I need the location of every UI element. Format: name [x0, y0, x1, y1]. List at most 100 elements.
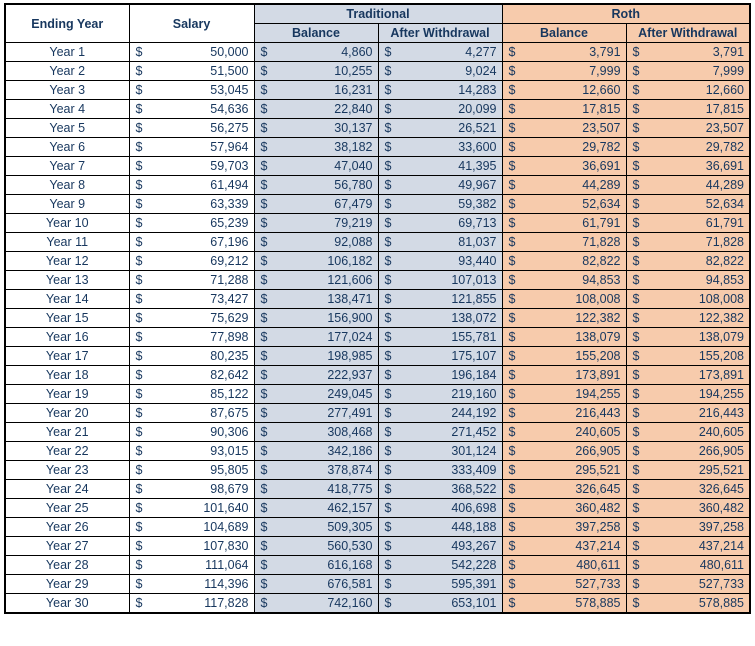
cell-traditional-balance-value: 16,231 — [334, 83, 373, 97]
currency-symbol: $ — [508, 501, 516, 515]
column-header-salary: Salary — [128, 3, 255, 43]
cell-salary: $67,196 — [128, 232, 255, 252]
currency-symbol: $ — [508, 254, 516, 268]
cell-ending-year: Year 9 — [4, 194, 130, 214]
cell-salary-value: 95,805 — [210, 463, 249, 477]
table-row: Year 30 $117,828 $742,160 $653,101 $578,885 $… — [4, 593, 751, 614]
cell-roth-balance: $527,733 — [501, 574, 627, 594]
cell-traditional-after-withdrawal: $93,440 — [377, 251, 503, 271]
table-row: Year 5 $56,275 $30,137 $26,521 $23,507 $23,50… — [4, 118, 751, 138]
cell-roth-after-withdrawal: $266,905 — [625, 441, 751, 461]
cell-traditional-balance-value: 138,471 — [327, 292, 373, 306]
cell-traditional-after-withdrawal: $244,192 — [377, 403, 503, 423]
currency-symbol: $ — [632, 292, 640, 306]
table-row: Year 23 $95,805 $378,874 $333,409 $295,521 $2… — [4, 460, 751, 480]
cell-roth-balance: $61,791 — [501, 213, 627, 233]
currency-symbol: $ — [135, 140, 143, 154]
cell-roth-balance-value: 173,891 — [575, 368, 621, 382]
cell-ending-year: Year 16 — [4, 327, 130, 347]
cell-traditional-after-withdrawal: $448,188 — [377, 517, 503, 537]
currency-symbol: $ — [632, 387, 640, 401]
cell-salary-value: 80,235 — [210, 349, 249, 363]
currency-symbol: $ — [384, 387, 392, 401]
cell-roth-balance-value: 397,258 — [575, 520, 621, 534]
table-body: Year 1 $50,000 $4,860 $4,277 $3,791 $3,791 Yea… — [4, 42, 751, 614]
cell-ending-year: Year 10 — [4, 213, 130, 233]
cell-roth-balance: $360,482 — [501, 498, 627, 518]
column-header-traditional-after-withdrawal: After Withdrawal — [377, 23, 503, 43]
spreadsheet-sheet: Ending Year Salary Traditional Roth Bala… — [4, 3, 752, 614]
table-row: Year 20 $87,675 $277,491 $244,192 $216,443 $2… — [4, 403, 751, 423]
cell-traditional-after-withdrawal: $121,855 — [377, 289, 503, 309]
cell-traditional-balance: $509,305 — [253, 517, 379, 537]
cell-salary-value: 98,679 — [210, 482, 249, 496]
currency-symbol: $ — [260, 539, 268, 553]
cell-salary: $93,015 — [128, 441, 255, 461]
currency-symbol: $ — [508, 235, 516, 249]
cell-salary-value: 82,642 — [210, 368, 249, 382]
cell-roth-after-withdrawal-value: 578,885 — [698, 596, 745, 610]
currency-symbol: $ — [135, 254, 143, 268]
currency-symbol: $ — [260, 406, 268, 420]
currency-symbol: $ — [632, 368, 640, 382]
currency-symbol: $ — [260, 368, 268, 382]
cell-roth-after-withdrawal-value: 52,634 — [705, 197, 745, 211]
cell-roth-after-withdrawal-value: 266,905 — [698, 444, 745, 458]
cell-roth-balance-value: 7,999 — [589, 64, 621, 78]
currency-symbol: $ — [508, 292, 516, 306]
cell-salary-value: 107,830 — [203, 539, 249, 553]
cell-salary: $98,679 — [128, 479, 255, 499]
table-row: Year 2 $51,500 $10,255 $9,024 $7,999 $7,999 — [4, 61, 751, 81]
cell-traditional-after-withdrawal-value: 406,698 — [451, 501, 497, 515]
cell-ending-year: Year 29 — [4, 574, 130, 594]
cell-traditional-after-withdrawal: $4,277 — [377, 42, 503, 62]
cell-salary: $80,235 — [128, 346, 255, 366]
cell-salary: $61,494 — [128, 175, 255, 195]
cell-ending-year: Year 17 — [4, 346, 130, 366]
cell-roth-after-withdrawal: $52,634 — [625, 194, 751, 214]
cell-traditional-after-withdrawal: $406,698 — [377, 498, 503, 518]
cell-roth-balance-value: 94,853 — [582, 273, 621, 287]
cell-traditional-after-withdrawal-value: 20,099 — [458, 102, 497, 116]
cell-traditional-after-withdrawal-value: 368,522 — [451, 482, 497, 496]
table-row: Year 6 $57,964 $38,182 $33,600 $29,782 $29,78… — [4, 137, 751, 157]
cell-roth-after-withdrawal: $437,214 — [625, 536, 751, 556]
cell-salary: $77,898 — [128, 327, 255, 347]
cell-traditional-balance-value: 249,045 — [327, 387, 373, 401]
cell-traditional-balance-value: 308,468 — [327, 425, 373, 439]
currency-symbol: $ — [260, 235, 268, 249]
cell-salary-value: 71,288 — [210, 273, 249, 287]
cell-traditional-balance: $378,874 — [253, 460, 379, 480]
cell-traditional-balance-value: 121,606 — [327, 273, 373, 287]
cell-salary-value: 53,045 — [210, 83, 249, 97]
currency-symbol: $ — [135, 558, 143, 572]
cell-roth-balance: $3,791 — [501, 42, 627, 62]
cell-roth-after-withdrawal-value: 480,611 — [699, 558, 745, 572]
cell-traditional-after-withdrawal-value: 33,600 — [458, 140, 497, 154]
table-row: Year 15 $75,629 $156,900 $138,072 $122,382 $1… — [4, 308, 751, 328]
cell-traditional-balance: $418,775 — [253, 479, 379, 499]
cell-roth-balance-value: 138,079 — [575, 330, 621, 344]
table-row: Year 8 $61,494 $56,780 $49,967 $44,289 $44,28… — [4, 175, 751, 195]
cell-roth-balance-value: 71,828 — [582, 235, 621, 249]
cell-traditional-balance-value: 79,219 — [334, 216, 373, 230]
cell-ending-year: Year 4 — [4, 99, 130, 119]
currency-symbol: $ — [135, 235, 143, 249]
cell-traditional-balance: $560,530 — [253, 536, 379, 556]
currency-symbol: $ — [384, 425, 392, 439]
cell-traditional-balance: $121,606 — [253, 270, 379, 290]
cell-roth-after-withdrawal: $29,782 — [625, 137, 751, 157]
cell-roth-balance: $173,891 — [501, 365, 627, 385]
cell-salary-value: 54,636 — [210, 102, 249, 116]
currency-symbol: $ — [508, 102, 516, 116]
cell-roth-balance-value: 480,611 — [576, 558, 621, 572]
cell-traditional-after-withdrawal-value: 493,267 — [451, 539, 497, 553]
cell-salary: $90,306 — [128, 422, 255, 442]
cell-traditional-after-withdrawal-value: 196,184 — [451, 368, 497, 382]
currency-symbol: $ — [384, 45, 392, 59]
cell-ending-year: Year 30 — [4, 593, 130, 614]
currency-symbol: $ — [260, 311, 268, 325]
cell-roth-after-withdrawal: $23,507 — [625, 118, 751, 138]
cell-roth-after-withdrawal: $527,733 — [625, 574, 751, 594]
cell-traditional-balance-value: 198,985 — [327, 349, 373, 363]
